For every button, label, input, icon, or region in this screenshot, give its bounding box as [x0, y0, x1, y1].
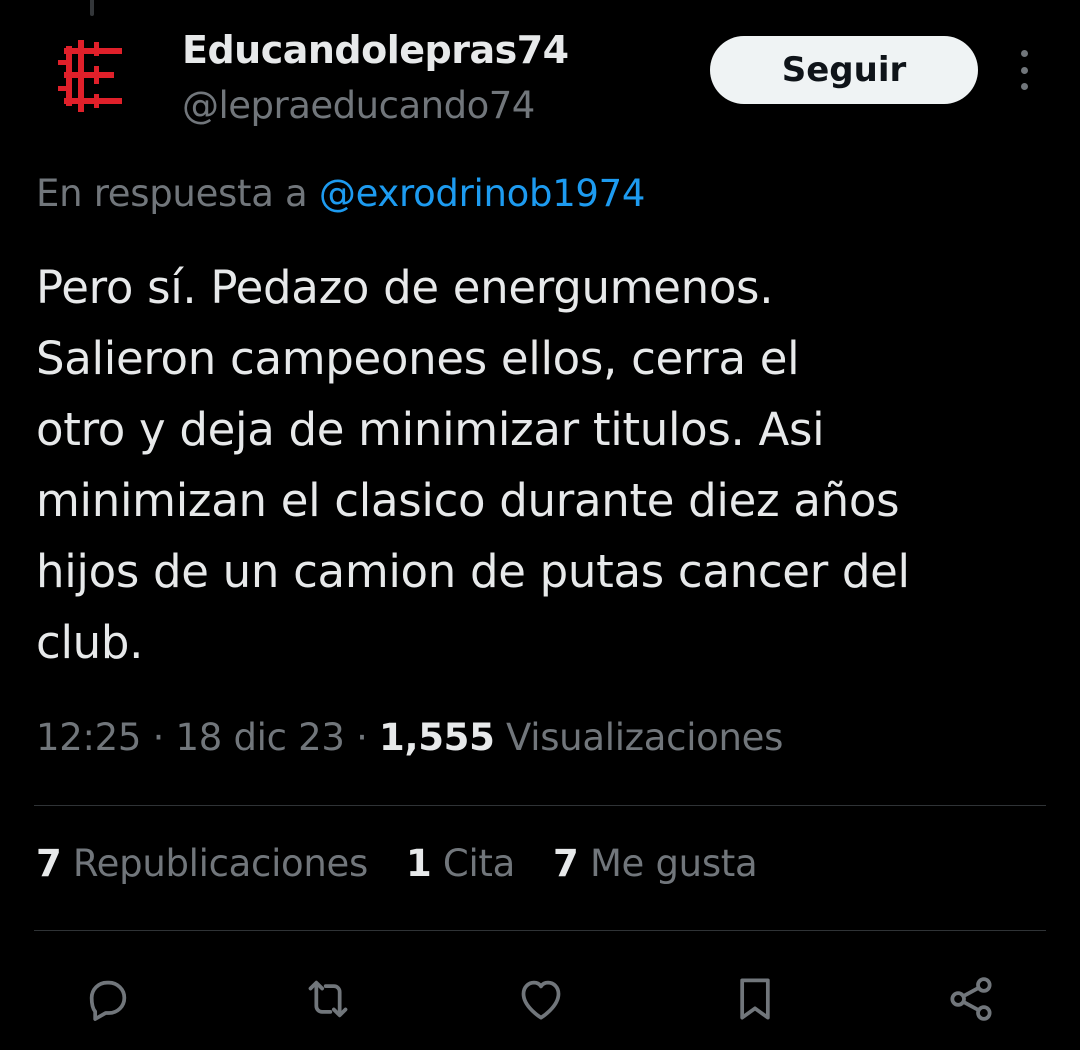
like-button[interactable]	[508, 966, 574, 1032]
tweet-text-line: club.	[36, 616, 144, 669]
more-dot	[1020, 83, 1028, 90]
tweet-text-line: hijos de un camion de putas cancer del	[36, 545, 910, 598]
action-bar	[0, 966, 1080, 1036]
quotes-stat[interactable]: 1 Cita	[406, 842, 515, 885]
likes-count: 7	[553, 842, 579, 885]
avatar[interactable]	[34, 20, 146, 132]
more-dot	[1020, 50, 1028, 57]
tweet-text-line: Pero sí. Pedazo de energumenos.	[36, 261, 774, 314]
tweet-text-line: Salieron campeones ellos, cerra el	[36, 332, 800, 385]
meta-separator: ·	[141, 716, 176, 759]
reply-button[interactable]	[75, 966, 141, 1032]
reposts-stat[interactable]: 7 Republicaciones	[36, 842, 368, 885]
quotes-label: Cita	[442, 842, 516, 885]
tweet-text-line: minimizan el clasico durante diez años	[36, 474, 900, 527]
reply-prefix: En respuesta a	[36, 172, 308, 215]
follow-button[interactable]: Seguir	[710, 36, 978, 104]
heart-icon	[521, 980, 561, 1020]
share-icon	[950, 977, 992, 1021]
likes-stat[interactable]: 7 Me gusta	[553, 842, 758, 885]
reply-mention-link[interactable]: @exrodrinob1974	[319, 172, 646, 215]
author-handle[interactable]: @lepraeducando74	[182, 84, 535, 127]
repost-button[interactable]	[295, 966, 361, 1032]
reposts-label: Republicaciones	[72, 842, 368, 885]
reply-icon	[89, 980, 127, 1021]
meta-separator: ·	[344, 716, 380, 759]
tweet-date[interactable]: 18 dic 23	[176, 716, 345, 759]
tweet-text-line: otro y deja de minimizar titulos. Asi	[36, 403, 825, 456]
more-dot	[1020, 66, 1028, 74]
quotes-count: 1	[405, 842, 432, 885]
tweet-time[interactable]: 12:25	[36, 716, 141, 759]
divider	[34, 930, 1046, 931]
views-label: Visualizaciones	[506, 716, 784, 759]
bookmark-button[interactable]	[722, 966, 788, 1032]
share-button[interactable]	[938, 966, 1004, 1032]
reply-context: En respuesta a @exrodrinob1974	[36, 172, 645, 215]
tweet-header: Educandolepras74 @lepraeducando74 Seguir	[0, 0, 1080, 150]
bookmark-icon	[740, 978, 770, 1020]
lepra-logo-icon	[58, 40, 122, 112]
author-display-name[interactable]: Educandolepras74	[182, 28, 569, 72]
repost-icon	[308, 980, 348, 1018]
divider	[34, 805, 1046, 806]
views-count: 1,555	[379, 716, 495, 759]
tweet-metadata: 12:25 · 18 dic 23 · 1,555 Visualizacione…	[36, 716, 783, 759]
reposts-count: 7	[36, 842, 62, 885]
likes-label: Me gusta	[589, 842, 758, 885]
tweet-body: Pero sí. Pedazo de energumenos. Salieron…	[36, 252, 1046, 678]
more-vertical-icon[interactable]	[1006, 50, 1042, 90]
engagement-stats: 7 Republicaciones 1 Cita 7 Me gusta	[36, 842, 795, 885]
